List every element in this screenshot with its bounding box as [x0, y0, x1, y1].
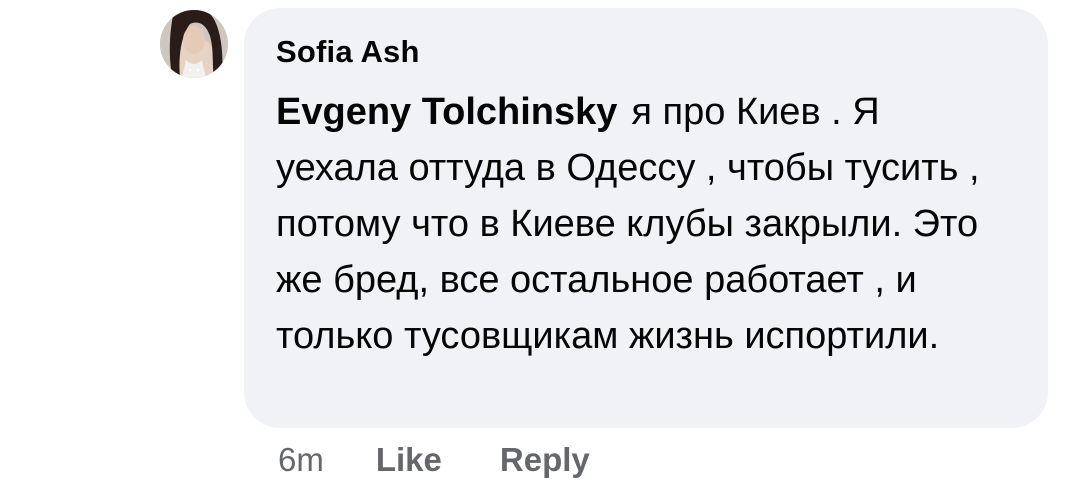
comment-author-name[interactable]: Sofia Ash [276, 34, 1018, 74]
comment-actions: 6m Like Reply [278, 438, 648, 482]
like-button[interactable]: Like [376, 441, 442, 479]
avatar-image [160, 10, 228, 78]
reply-button[interactable]: Reply [500, 441, 590, 479]
comment-bubble: Sofia Ash Evgeny Tolchinsky я про Киев . … [244, 8, 1048, 428]
comment: Sofia Ash Evgeny Tolchinsky я про Киев . … [0, 0, 1080, 491]
comment-timestamp[interactable]: 6m [278, 441, 324, 479]
comment-body: Evgeny Tolchinsky я про Киев . Я уехала о… [276, 84, 996, 364]
mention-link[interactable]: Evgeny Tolchinsky [276, 91, 617, 133]
author-avatar[interactable] [160, 10, 228, 78]
